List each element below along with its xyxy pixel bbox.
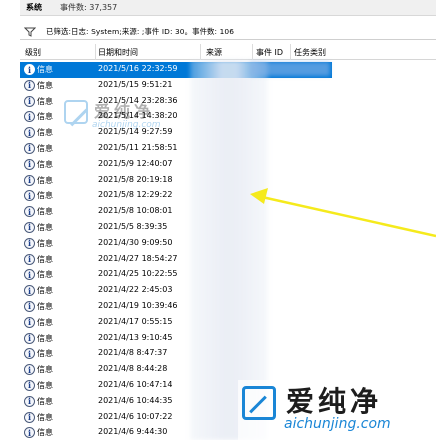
left-margin	[0, 0, 20, 440]
info-icon: i	[24, 269, 35, 281]
event-level: 信息	[37, 412, 53, 422]
info-icon: i	[24, 300, 35, 312]
event-level: 信息	[37, 175, 53, 185]
info-icon: i	[24, 285, 35, 297]
watermark-logo-icon	[64, 100, 88, 124]
filter-text: 已筛选:日志: System;来源: ;事件 ID: 30。事件数: 106	[46, 27, 234, 36]
event-level: 信息	[37, 380, 53, 390]
info-icon: i	[24, 348, 35, 360]
column-divider[interactable]	[95, 44, 96, 60]
log-name: 系统	[26, 3, 42, 12]
event-datetime: 2021/5/11 21:58:51	[98, 142, 178, 152]
watermark-bottom: 爱纯净 aichunjing.com	[238, 380, 436, 440]
watermark-brand: 爱纯净	[94, 102, 155, 121]
event-datetime: 2021/5/8 20:19:18	[98, 174, 173, 184]
column-header: 级别 日期和时间 来源 事件 ID 任务类别	[20, 44, 436, 60]
redacted-selection-area	[250, 62, 330, 76]
event-datetime: 2021/4/6 10:07:22	[98, 411, 173, 421]
event-datetime: 2021/5/9 12:40:07	[98, 158, 173, 168]
event-level: 信息	[37, 65, 53, 74]
event-level: 信息	[37, 143, 53, 153]
info-icon: i	[24, 95, 35, 107]
event-level: 信息	[37, 270, 53, 280]
event-datetime: 2021/4/19 10:39:46	[98, 300, 178, 310]
info-icon: i	[24, 190, 35, 202]
event-datetime: 2021/5/16 22:32:59	[98, 64, 178, 73]
info-icon: i	[24, 411, 35, 423]
event-level: 信息	[37, 238, 53, 248]
event-datetime: 2021/5/5 8:39:35	[98, 221, 168, 231]
info-icon: i	[24, 64, 35, 75]
event-level: 信息	[37, 301, 53, 311]
watermark-logo-icon	[242, 386, 276, 420]
event-level: 信息	[37, 428, 53, 438]
info-icon: i	[24, 253, 35, 265]
event-count: 事件数: 37,357	[60, 3, 118, 12]
event-level: 信息	[37, 254, 53, 264]
event-level: 信息	[37, 96, 53, 106]
event-level: 信息	[37, 365, 53, 375]
filter-bar: 已筛选:日志: System;来源: ;事件 ID: 30。事件数: 106	[20, 24, 436, 40]
event-datetime: 2021/4/22 2:45:03	[98, 285, 173, 295]
event-level: 信息	[37, 112, 53, 122]
event-datetime: 2021/4/6 9:44:30	[98, 427, 168, 437]
info-icon: i	[24, 379, 35, 391]
event-datetime: 2021/5/8 10:08:01	[98, 206, 173, 216]
filter-icon	[24, 27, 36, 37]
event-datetime: 2021/4/6 10:44:35	[98, 395, 173, 405]
column-source[interactable]: 来源	[206, 47, 222, 58]
column-divider[interactable]	[252, 44, 253, 60]
event-datetime: 2021/4/8 8:47:37	[98, 348, 168, 358]
event-level: 信息	[37, 191, 53, 201]
info-icon: i	[24, 221, 35, 233]
info-icon: i	[24, 316, 35, 328]
event-level: 信息	[37, 128, 53, 138]
watermark-url: aichunjing.com	[284, 416, 391, 432]
event-level: 信息	[37, 222, 53, 232]
column-divider[interactable]	[200, 44, 201, 60]
event-datetime: 2021/4/6 10:47:14	[98, 379, 173, 389]
event-datetime: 2021/4/25 10:22:55	[98, 269, 178, 279]
info-icon: i	[24, 158, 35, 170]
event-datetime: 2021/4/8 8:44:28	[98, 364, 168, 374]
watermark-top: 爱纯净 aichunjing.com	[60, 96, 180, 144]
log-title-bar: 系统 事件数: 37,357	[20, 0, 436, 16]
column-task-category[interactable]: 任务类别	[294, 47, 326, 58]
event-level: 信息	[37, 159, 53, 169]
event-level: 信息	[37, 349, 53, 359]
watermark-url: aichunjing.com	[92, 120, 161, 130]
info-icon: i	[24, 111, 35, 123]
event-datetime: 2021/4/27 18:54:27	[98, 253, 178, 263]
info-icon: i	[24, 206, 35, 218]
event-level: 信息	[37, 286, 53, 296]
column-event-id[interactable]: 事件 ID	[256, 47, 283, 58]
event-level: 信息	[37, 333, 53, 343]
event-datetime: 2021/5/8 12:29:22	[98, 190, 173, 200]
info-icon: i	[24, 142, 35, 154]
event-datetime: 2021/4/13 9:10:45	[98, 332, 173, 342]
info-icon: i	[24, 395, 35, 407]
info-icon: i	[24, 127, 35, 139]
event-datetime: 2021/4/30 9:09:50	[98, 237, 173, 247]
column-divider[interactable]	[290, 44, 291, 60]
column-level[interactable]: 级别	[25, 47, 41, 58]
event-level: 信息	[37, 396, 53, 406]
event-datetime: 2021/5/15 9:51:21	[98, 79, 173, 89]
info-icon: i	[24, 332, 35, 344]
info-icon: i	[24, 174, 35, 186]
info-icon: i	[24, 237, 35, 249]
watermark-brand: 爱纯净	[286, 385, 383, 418]
event-level: 信息	[37, 80, 53, 90]
column-datetime[interactable]: 日期和时间	[98, 47, 138, 58]
info-icon: i	[24, 427, 35, 439]
event-datetime: 2021/4/17 0:55:15	[98, 316, 173, 326]
event-level: 信息	[37, 207, 53, 217]
info-icon: i	[24, 364, 35, 376]
event-level: 信息	[37, 317, 53, 327]
info-icon: i	[24, 79, 35, 91]
